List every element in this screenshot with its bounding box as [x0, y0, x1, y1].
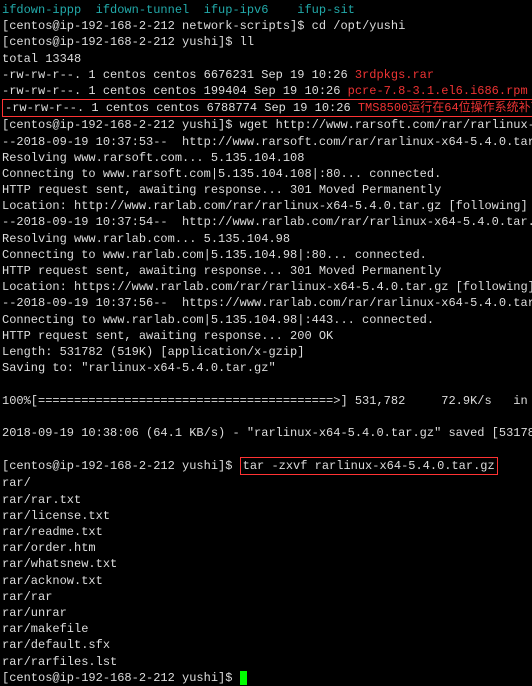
output-line: Connecting to www.rarsoft.com|5.135.104.…: [2, 166, 530, 182]
output-line: 100%[===================================…: [2, 393, 530, 409]
output-line: rar/unrar: [2, 605, 530, 621]
output-line: Saving to: "rarlinux-x64-5.4.0.tar.gz": [2, 360, 530, 376]
output-line: rar/acknow.txt: [2, 573, 530, 589]
output-line: rar/default.sfx: [2, 637, 530, 653]
output-line: --2018-09-19 10:37:53-- http://www.rarso…: [2, 134, 530, 150]
ls-row: -rw-rw-r--. 1 centos centos 6788774 Sep …: [2, 99, 530, 117]
ls-output: -rw-rw-r--. 1 centos centos 6676231 Sep …: [2, 67, 530, 118]
output-line: Resolving www.rarlab.com... 5.135.104.98: [2, 231, 530, 247]
output-line: [2, 409, 530, 425]
wget-output: --2018-09-19 10:37:53-- http://www.rarso…: [2, 134, 530, 458]
output-line: [2, 441, 530, 457]
output-line: [2, 376, 530, 392]
output-line: rar/makefile: [2, 621, 530, 637]
output-line: rar/rarfiles.lst: [2, 654, 530, 670]
tar-output: rar/rar/rar.txtrar/license.txtrar/readme…: [2, 475, 530, 669]
output-line: Length: 531782 (519K) [application/x-gzi…: [2, 344, 530, 360]
output-line: ifdown-ippp ifdown-tunnel ifup-ipv6 ifup…: [2, 2, 530, 18]
output-line: Connecting to www.rarlab.com|5.135.104.9…: [2, 312, 530, 328]
ls-row: -rw-rw-r--. 1 centos centos 199404 Sep 1…: [2, 83, 530, 99]
prompt-line-active[interactable]: [centos@ip-192-168-2-212 yushi]$: [2, 670, 530, 686]
prompt-line: [centos@ip-192-168-2-212 network-scripts…: [2, 18, 530, 34]
prompt-line: [centos@ip-192-168-2-212 yushi]$ wget ht…: [2, 117, 530, 133]
output-line: Resolving www.rarsoft.com... 5.135.104.1…: [2, 150, 530, 166]
highlighted-ls-row: -rw-rw-r--. 1 centos centos 6788774 Sep …: [2, 99, 532, 117]
output-line: --2018-09-19 10:37:54-- http://www.rarla…: [2, 214, 530, 230]
highlighted-command: tar -zxvf rarlinux-x64-5.4.0.tar.gz: [240, 457, 498, 475]
output-line: Location: https://www.rarlab.com/rar/rar…: [2, 279, 530, 295]
output-line: rar/rar: [2, 589, 530, 605]
output-line: 2018-09-19 10:38:06 (64.1 KB/s) - "rarli…: [2, 425, 530, 441]
output-line: HTTP request sent, awaiting response... …: [2, 263, 530, 279]
prompt-line: [centos@ip-192-168-2-212 yushi]$ tar -zx…: [2, 457, 530, 475]
output-line: HTTP request sent, awaiting response... …: [2, 182, 530, 198]
cursor: [240, 671, 247, 685]
output-line: rar/whatsnew.txt: [2, 556, 530, 572]
output-line: HTTP request sent, awaiting response... …: [2, 328, 530, 344]
ls-row: -rw-rw-r--. 1 centos centos 6676231 Sep …: [2, 67, 530, 83]
output-line: rar/: [2, 475, 530, 491]
prompt-line: [centos@ip-192-168-2-212 yushi]$ ll: [2, 34, 530, 50]
output-line: rar/license.txt: [2, 508, 530, 524]
output-line: Connecting to www.rarlab.com|5.135.104.9…: [2, 247, 530, 263]
output-line: total 13348: [2, 51, 530, 67]
output-line: Location: http://www.rarlab.com/rar/rarl…: [2, 198, 530, 214]
output-line: --2018-09-19 10:37:56-- https://www.rarl…: [2, 295, 530, 311]
output-line: rar/order.htm: [2, 540, 530, 556]
output-line: rar/readme.txt: [2, 524, 530, 540]
